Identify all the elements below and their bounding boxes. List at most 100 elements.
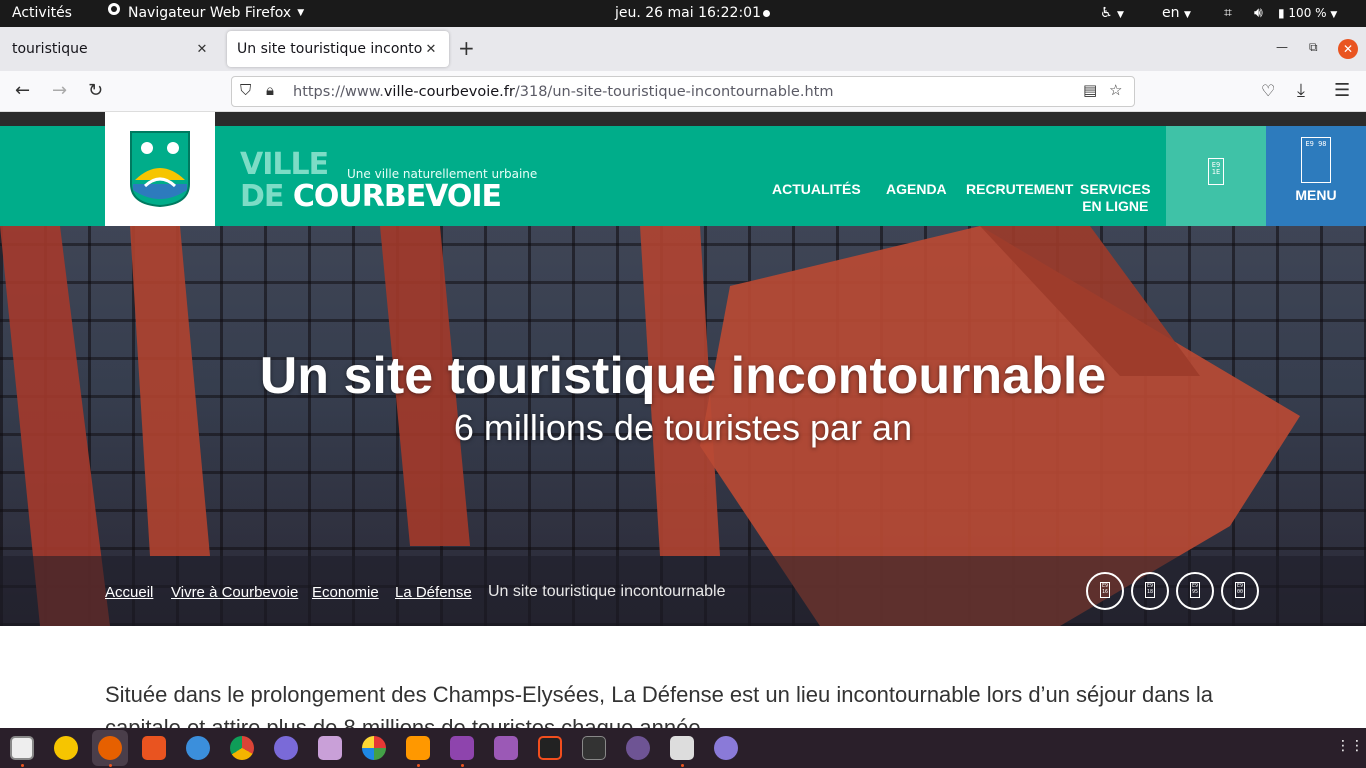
running-indicator (109, 764, 112, 767)
tab-title: touristique (12, 41, 88, 57)
battery-label: 100 % (1288, 6, 1327, 20)
tab-touristique[interactable]: touristique ✕ (2, 31, 220, 67)
files-icon[interactable] (10, 736, 34, 760)
nav-actualites[interactable]: ACTUALITÉS (772, 181, 861, 198)
forward-icon[interactable]: → (52, 79, 67, 103)
app-icon[interactable] (274, 736, 298, 760)
close-tab-icon[interactable]: ✕ (194, 42, 210, 57)
share-icon: E9 18 (1145, 582, 1155, 598)
app-menu[interactable]: Navigateur Web Firefox ▼ (106, 0, 304, 27)
url-bar[interactable]: ⛉ 🔒︎ https://www.ville-courbevoie.fr/318… (231, 76, 1135, 107)
url-text[interactable]: https://www.ville-courbevoie.fr/318/un-s… (293, 77, 833, 107)
firefox-icon (106, 0, 122, 27)
language-selector[interactable]: en ▼ (1162, 0, 1191, 27)
search-icon: E9 1E (1208, 158, 1224, 185)
coat-of-arms-icon (130, 131, 190, 208)
search-button[interactable]: E9 1E (1166, 126, 1266, 226)
menu-button[interactable]: E9 98 MENU (1266, 126, 1366, 226)
breadcrumb-la-defense[interactable]: La Défense (395, 584, 472, 601)
brand-name: COURBEVOIE (292, 179, 502, 214)
breadcrumb-vivre-a-courbevoie[interactable]: Vivre à Courbevoie (171, 584, 298, 601)
brand-ville[interactable]: VILLE (240, 149, 329, 181)
show-apps-grid-icon[interactable]: ⋮⋮⋮ (1336, 738, 1366, 754)
back-icon[interactable]: ← (15, 79, 30, 103)
activities-button[interactable]: Activités (12, 0, 72, 27)
breadcrumb-accueil[interactable]: Accueil (105, 584, 153, 601)
tab-active[interactable]: Un site touristique incontour ✕ (227, 31, 449, 67)
minimize-icon[interactable]: — (1276, 40, 1288, 54)
menu-icon: E9 98 (1301, 137, 1331, 183)
url-prefix: https://www. (293, 84, 384, 100)
battery-indicator[interactable]: ▮ 100 % ▼ (1278, 0, 1337, 27)
breadcrumb: Accueil Vivre à Courbevoie Economie La D… (0, 556, 1366, 626)
brand-courbevoie[interactable]: DE COURBEVOIE (240, 179, 502, 214)
chevron-down-icon: ▼ (297, 8, 305, 18)
video-icon[interactable] (494, 736, 518, 760)
volume-icon[interactable]: 🔊︎ (1254, 0, 1263, 27)
breadcrumb-economie[interactable]: Economie (312, 584, 379, 601)
running-indicator (461, 764, 464, 767)
help-icon[interactable] (186, 736, 210, 760)
pocket-icon[interactable]: ♡ (1261, 79, 1275, 103)
restore-icon[interactable]: ⧉ (1309, 40, 1318, 55)
document-icon[interactable] (670, 736, 694, 760)
terminal-icon[interactable] (582, 736, 606, 760)
running-indicator (417, 764, 420, 767)
city-logo[interactable] (105, 112, 215, 226)
bookmark-star-icon[interactable]: ☆ (1109, 81, 1122, 99)
picasa-icon[interactable] (362, 736, 386, 760)
share-button-3[interactable]: E9 95 (1176, 572, 1214, 610)
accessibility-icon[interactable]: ♿ ▼ (1100, 0, 1124, 27)
rhythmbox-icon[interactable] (54, 736, 78, 760)
clock[interactable]: jeu. 26 mai 16:22:01 (615, 0, 761, 27)
intro-paragraph: Située dans le prolongement des Champs-E… (105, 682, 1214, 728)
running-indicator (21, 764, 24, 767)
database-icon[interactable] (450, 736, 474, 760)
nav-services-en-ligne[interactable]: SERVICES EN LIGNE (1080, 181, 1151, 215)
hero-banner: Un site touristique incontournable 6 mil… (0, 226, 1366, 626)
hero-subtitle: 6 millions de touristes par an (453, 407, 913, 448)
hero-title: Un site touristique incontournable (259, 347, 1107, 405)
share-icon: E9 00 (1235, 582, 1245, 598)
url-path: /318/un-site-touristique-incontournable.… (514, 84, 834, 100)
nav-agenda[interactable]: AGENDA (886, 181, 947, 198)
network-icon[interactable]: ⌗ (1224, 0, 1232, 27)
url-domain: ville-courbevoie.fr (383, 84, 515, 100)
share-button-4[interactable]: E9 00 (1221, 572, 1259, 610)
sublime-text-icon[interactable] (406, 736, 430, 760)
share-icon: E9 95 (1190, 582, 1200, 598)
web-page: VILLE Une ville naturellement urbaine DE… (0, 112, 1366, 728)
tab-strip: touristique ✕ Un site touristique incont… (0, 27, 1366, 71)
running-indicator (681, 764, 684, 767)
share-button-2[interactable]: E9 18 (1131, 572, 1169, 610)
figma-icon[interactable] (538, 736, 562, 760)
nav-recrutement[interactable]: RECRUTEMENT (966, 181, 1073, 198)
app-icon-2[interactable] (714, 736, 738, 760)
chrome-icon[interactable] (230, 736, 254, 760)
taskbar-dock: ⋮⋮⋮ (0, 728, 1366, 768)
share-button-1[interactable]: E9 16 (1086, 572, 1124, 610)
hamburger-menu-icon[interactable]: ☰ (1334, 79, 1350, 103)
reader-view-icon[interactable]: ▤ (1083, 81, 1097, 99)
nav-services-line2: EN LIGNE (1082, 198, 1149, 214)
tab-title: Un site touristique incontour (237, 41, 423, 57)
github-icon[interactable] (626, 736, 650, 760)
language-label: en (1162, 5, 1180, 21)
downloads-icon[interactable]: ⤓ (1297, 79, 1305, 103)
new-tab-button[interactable]: + (458, 36, 475, 60)
close-tab-icon[interactable]: ✕ (423, 42, 439, 57)
software-center-icon[interactable] (142, 736, 166, 760)
app-name: Navigateur Web Firefox (128, 5, 292, 21)
firefox-dock-icon[interactable] (98, 736, 122, 760)
brand-de: DE (240, 179, 293, 214)
settings-icon[interactable] (318, 736, 342, 760)
share-icon: E9 16 (1100, 582, 1110, 598)
lock-icon[interactable]: 🔒︎ (266, 81, 274, 99)
nav-services-line1: SERVICES (1080, 181, 1151, 197)
shield-icon[interactable]: ⛉ (240, 81, 251, 99)
close-window-button[interactable]: ✕ (1338, 39, 1358, 59)
system-top-bar: Activités Navigateur Web Firefox ▼ jeu. … (0, 0, 1366, 27)
reload-icon[interactable]: ↻ (88, 79, 103, 103)
breadcrumb-current: Un site touristique incontournable (488, 583, 726, 600)
nav-bar: ← → ↻ ⛉ 🔒︎ https://www.ville-courbevoie.… (0, 71, 1366, 112)
